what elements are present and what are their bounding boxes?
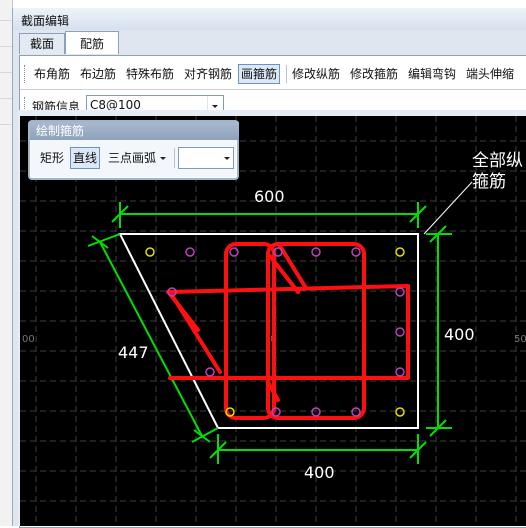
toolbar-separator: [286, 65, 287, 83]
strip-line: [0, 72, 12, 73]
axis-label-left: 00: [22, 334, 35, 345]
dimension-top-label: 600: [254, 187, 285, 206]
tab-section[interactable]: 截面: [19, 33, 65, 54]
toolbar-edit-hook[interactable]: 编辑弯钩: [406, 65, 458, 83]
strip-line: [0, 20, 12, 21]
toolbar-corner-rebar[interactable]: 布角筋: [32, 65, 72, 83]
tab-reinforcement[interactable]: 配筋: [65, 31, 119, 54]
axis-label-right: 50: [514, 334, 526, 345]
title-bar[interactable]: 截面编辑: [13, 8, 526, 30]
dimension-right-label: 400: [444, 325, 475, 344]
chevron-down-icon[interactable]: [221, 148, 233, 168]
draw-stirrup-panel: 绘制箍筋 矩形 直线 三点画弧: [28, 120, 239, 180]
draw-line-button[interactable]: 直线: [70, 147, 101, 169]
strip-line: [0, 46, 12, 47]
annotation-line-1: 全部纵: [472, 151, 523, 171]
strip-line: [0, 98, 12, 99]
draw-mode-select[interactable]: [178, 147, 234, 169]
toolbar-grip[interactable]: [24, 65, 28, 83]
toolbar-edit-stirrup[interactable]: 修改箍筋: [348, 65, 400, 83]
window-title: 截面编辑: [21, 14, 70, 28]
toolbar-end-extend[interactable]: 端头伸缩: [464, 65, 516, 83]
toolbar-divider: [20, 89, 526, 90]
draw-three-point-arc-button[interactable]: 三点画弧: [106, 148, 168, 168]
dimension-bottom-label: 400: [304, 463, 335, 482]
toolbar-align-rebar[interactable]: 对齐钢筋: [182, 65, 234, 83]
toolbar-draw-stirrup[interactable]: 画箍筋: [238, 64, 281, 84]
strip-line: [0, 124, 12, 125]
toolbar-edit-longitudinal[interactable]: 修改纵筋: [290, 65, 342, 83]
rebar-toolbar: 布角筋 布边筋 特殊布筋 对齐钢筋 画箍筋 修改纵筋 修改箍筋 编辑弯钩 端头伸…: [20, 62, 526, 86]
panel-separator: [174, 148, 175, 168]
chevron-down-icon[interactable]: [160, 157, 167, 160]
draw-stirrup-panel-title[interactable]: 绘制箍筋: [30, 122, 239, 140]
toolbar-edge-rebar[interactable]: 布边筋: [78, 65, 118, 83]
draw-rectangle-button[interactable]: 矩形: [38, 148, 66, 168]
three-point-arc-label: 三点画弧: [108, 151, 157, 165]
dimension-slant-label: 447: [118, 343, 149, 362]
toolbar-special-rebar[interactable]: 特殊布筋: [124, 65, 176, 83]
annotation-line-2: 箍筋: [472, 172, 506, 192]
